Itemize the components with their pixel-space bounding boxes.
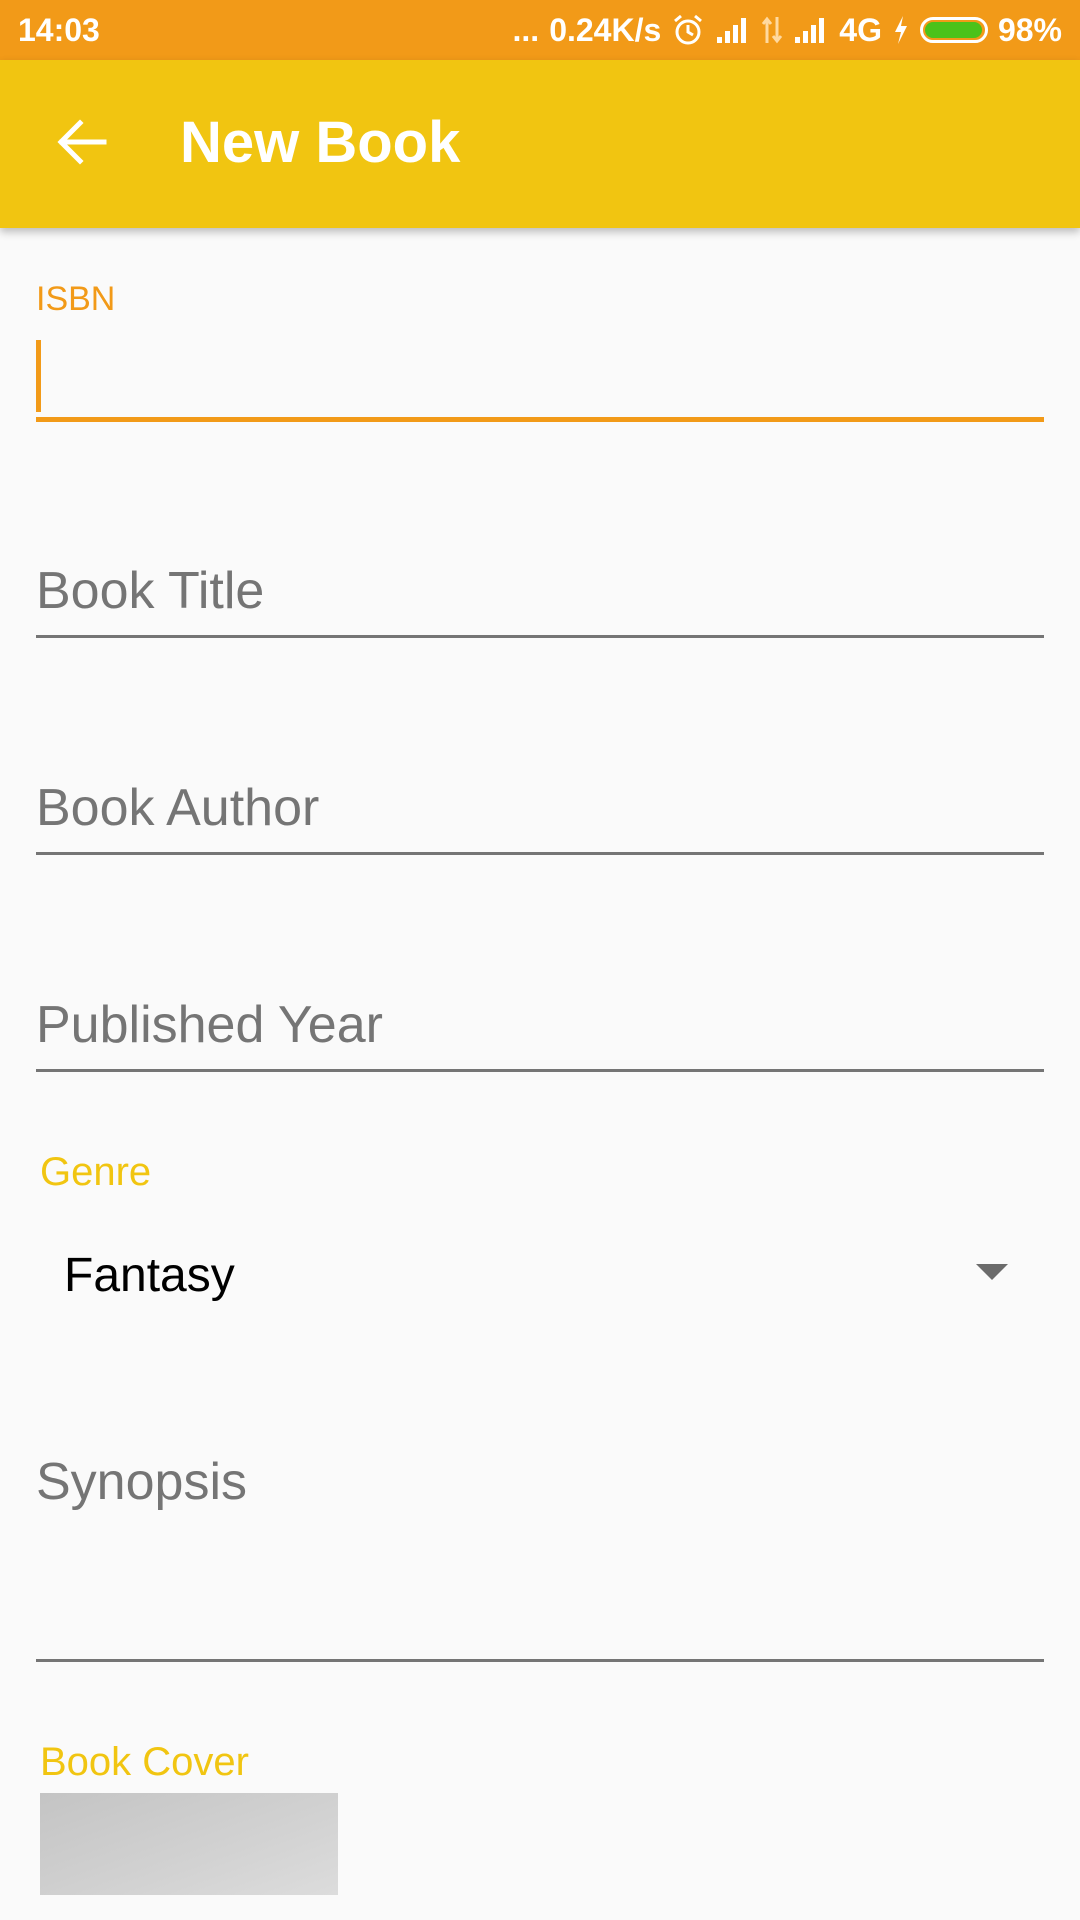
battery-percent: 98%	[997, 11, 1062, 48]
arrow-back-icon	[56, 118, 108, 171]
synopsis-underline	[36, 1659, 1044, 1662]
status-time: 14:03	[18, 12, 100, 48]
page-title: New Book	[180, 110, 461, 175]
synopsis-input[interactable]	[36, 1452, 1044, 1642]
isbn-input[interactable]	[36, 338, 1056, 414]
status-bar: 14:03 ... 0.24K/s 4G 98%	[0, 0, 1080, 60]
charging-icon	[892, 15, 910, 45]
data-transfer-icon	[761, 15, 783, 45]
app-bar: New Book	[0, 60, 1080, 228]
isbn-label: ISBN	[36, 280, 116, 318]
title-field-group	[36, 555, 1044, 640]
published-year-underline	[36, 1069, 1044, 1072]
isbn-field-group: ISBN	[36, 270, 1056, 430]
book-author-input[interactable]	[36, 772, 1044, 844]
isbn-underline	[36, 417, 1044, 422]
genre-spinner[interactable]: Fantasy	[36, 1230, 1044, 1320]
year-field-group	[36, 989, 1044, 1074]
network-speed: 0.24K/s	[549, 11, 662, 48]
genre-label: Genre	[40, 1150, 152, 1194]
network-type: 4G	[839, 11, 882, 48]
dropdown-arrow-icon	[976, 1264, 1008, 1280]
genre-selected-value: Fantasy	[64, 1249, 235, 1302]
book-cover-image[interactable]	[40, 1793, 338, 1895]
signal-icon	[793, 15, 829, 45]
author-field-group	[36, 772, 1044, 857]
battery-fill	[924, 22, 982, 38]
back-button[interactable]	[40, 102, 124, 186]
book-author-underline	[36, 852, 1044, 855]
book-title-underline	[36, 635, 1044, 638]
signal-icon	[715, 15, 751, 45]
status-dots: ...	[512, 11, 540, 48]
alarm-icon	[671, 13, 705, 47]
published-year-input[interactable]	[36, 989, 1044, 1061]
status-icons: ... 0.24K/s 4G 98%	[513, 10, 1062, 50]
book-title-input[interactable]	[36, 555, 1044, 627]
synopsis-field-group	[36, 1452, 1044, 1664]
battery-icon	[919, 17, 988, 43]
book-cover-label: Book Cover	[40, 1740, 249, 1784]
